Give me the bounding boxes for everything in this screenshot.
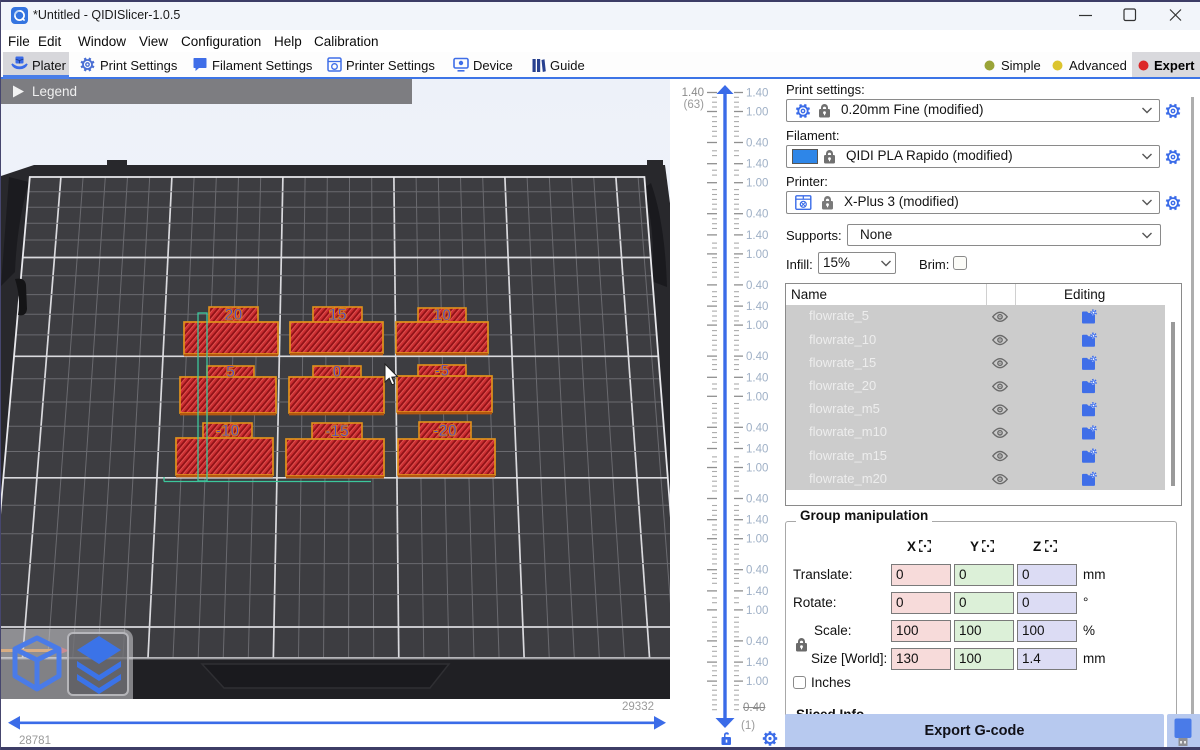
svg-text:1.00: 1.00: [746, 463, 768, 475]
svg-text:0.40: 0.40: [746, 565, 768, 577]
svg-text:1.40: 1.40: [746, 230, 768, 242]
svg-text:1.40: 1.40: [746, 372, 768, 384]
svg-text:0.40: 0.40: [746, 422, 768, 434]
svg-text:1.40: 1.40: [682, 87, 704, 99]
svg-text:1.40: 1.40: [746, 444, 768, 456]
svg-text:-5: -5: [435, 362, 450, 380]
svg-text:1.00: 1.00: [746, 107, 768, 119]
svg-text:0.40: 0.40: [746, 494, 768, 506]
svg-text:29332: 29332: [622, 701, 654, 713]
svg-text:1.40: 1.40: [746, 515, 768, 527]
svg-text:1.40: 1.40: [746, 301, 768, 313]
svg-text:0: 0: [332, 363, 341, 381]
svg-text:1.00: 1.00: [746, 391, 768, 403]
svg-text:1.40: 1.40: [746, 88, 768, 100]
svg-text:15: 15: [328, 306, 346, 324]
svg-text:1.00: 1.00: [746, 605, 768, 617]
svg-text:1.00: 1.00: [746, 178, 768, 190]
svg-text:5: 5: [226, 363, 235, 381]
svg-text:0.40: 0.40: [746, 636, 768, 648]
svg-text:1.00: 1.00: [746, 249, 768, 261]
svg-text:-10: -10: [216, 422, 240, 440]
svg-text:28781: 28781: [19, 735, 51, 747]
svg-text:(1): (1): [741, 720, 755, 732]
svg-text:-15: -15: [325, 423, 349, 441]
svg-text:20: 20: [224, 306, 242, 324]
svg-text:1.40: 1.40: [746, 159, 768, 171]
svg-text:0.40: 0.40: [746, 280, 768, 292]
svg-text:1.00: 1.00: [746, 534, 768, 546]
svg-text:-20: -20: [433, 422, 457, 440]
svg-text:1.00: 1.00: [746, 676, 768, 688]
svg-text:0.40: 0.40: [746, 138, 768, 150]
svg-text:0.40: 0.40: [746, 209, 768, 221]
svg-text:1.40: 1.40: [746, 657, 768, 669]
svg-text:1.40: 1.40: [746, 586, 768, 598]
svg-text:0.40: 0.40: [746, 351, 768, 363]
svg-text:10: 10: [433, 307, 451, 325]
svg-text:1.00: 1.00: [746, 320, 768, 332]
svg-text:(63): (63): [684, 99, 705, 111]
